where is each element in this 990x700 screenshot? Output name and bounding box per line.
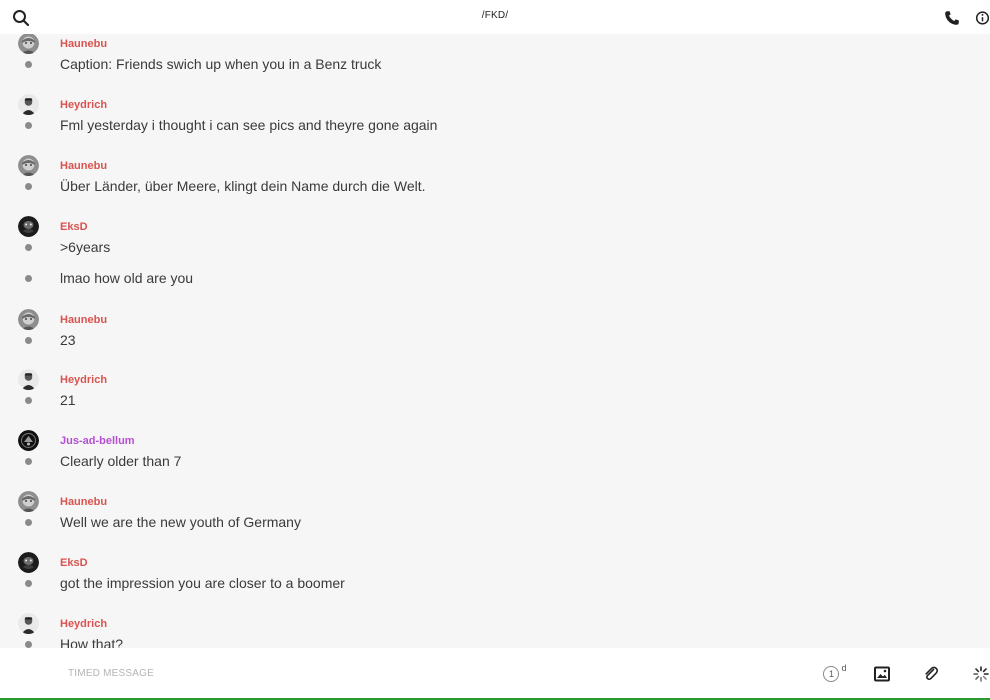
sender-name: Haunebu — [60, 38, 108, 50]
timer-unit-label: d — [841, 663, 847, 673]
message-text: 21 — [60, 392, 76, 408]
message-text: got the impression you are closer to a b… — [60, 575, 345, 591]
sender-name: Haunebu — [60, 496, 108, 508]
call-button[interactable] — [941, 7, 963, 29]
info-icon — [975, 11, 990, 25]
avatar-haunebu[interactable] — [18, 491, 39, 512]
message-text: Über Länder, über Meere, klingt dein Nam… — [60, 178, 426, 194]
avatar-haunebu[interactable] — [18, 309, 39, 330]
attach-button[interactable] — [921, 663, 941, 685]
image-button[interactable] — [872, 663, 892, 685]
timer-icon: 1 — [823, 666, 840, 682]
status-dot — [25, 580, 32, 587]
status-dot — [25, 122, 32, 129]
message-text: Caption: Friends swich up when you in a … — [60, 56, 382, 72]
message-input[interactable]: TIMED MESSAGE — [68, 668, 154, 679]
avatar-heydrich[interactable] — [18, 613, 39, 634]
sender-name: Haunebu — [60, 160, 108, 172]
message-text: How that? — [60, 636, 124, 648]
status-dot — [25, 337, 32, 344]
status-dot — [25, 275, 32, 282]
top-bar: /FKD/ — [0, 0, 990, 34]
message-text: lmao how old are you — [60, 270, 194, 286]
sender-name: Jus-ad-bellum — [60, 435, 135, 447]
sender-name: Haunebu — [60, 314, 108, 326]
composer-bar: TIMED MESSAGE 1 d — [0, 648, 990, 698]
avatar-jus[interactable] — [18, 430, 39, 451]
sender-name: Heydrich — [60, 618, 108, 630]
status-dot — [25, 641, 32, 648]
sender-name: EksD — [60, 557, 88, 569]
avatar-heydrich[interactable] — [18, 369, 39, 390]
sender-name: Heydrich — [60, 99, 108, 111]
message-list[interactable]: Haunebu Caption: Friends swich up when y… — [0, 34, 990, 648]
avatar-haunebu[interactable] — [18, 34, 39, 54]
message-text: Well we are the new youth of Germany — [60, 514, 301, 530]
sender-name: Heydrich — [60, 374, 108, 386]
paperclip-icon — [925, 666, 939, 681]
image-icon — [874, 666, 890, 682]
avatar-eksd[interactable] — [18, 552, 39, 573]
timer-button[interactable]: 1 d — [822, 663, 848, 685]
conversation-title: /FKD/ — [481, 10, 509, 21]
sender-name: EksD — [60, 221, 88, 233]
message-text: Fml yesterday i thought i can see pics a… — [60, 117, 438, 133]
status-dot — [25, 519, 32, 526]
message-text: Clearly older than 7 — [60, 453, 182, 469]
status-dot — [25, 244, 32, 251]
loading-indicator — [971, 663, 990, 685]
phone-icon — [945, 11, 959, 25]
message-text: 23 — [60, 332, 76, 348]
info-button[interactable] — [975, 7, 990, 29]
status-dot — [25, 397, 32, 404]
chat-window: /FKD/ Haunebu Caption: Friends swich up … — [0, 0, 990, 700]
status-dot — [25, 183, 32, 190]
avatar-eksd[interactable] — [18, 216, 39, 237]
avatar-haunebu[interactable] — [18, 155, 39, 176]
avatar-heydrich[interactable] — [18, 94, 39, 115]
spinner-icon — [972, 666, 989, 682]
status-dot — [25, 61, 32, 68]
message-text: >6years — [60, 239, 111, 255]
status-dot — [25, 458, 32, 465]
